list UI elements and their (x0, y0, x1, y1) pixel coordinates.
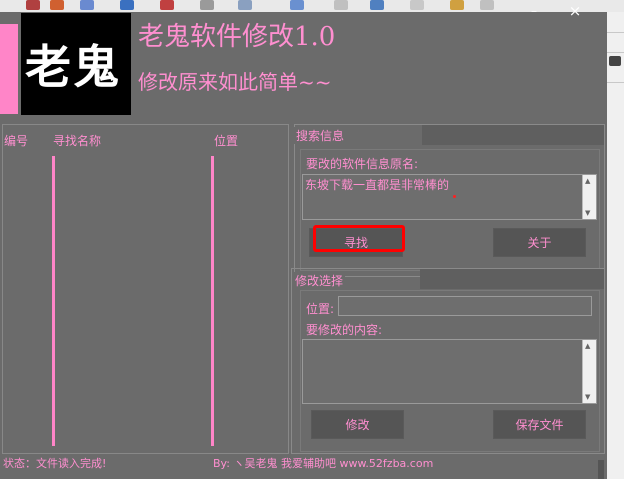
text-caret (453, 195, 456, 198)
column-header-id[interactable]: 编号 (4, 132, 28, 149)
column-header-position[interactable]: 位置 (214, 132, 238, 149)
resize-grip[interactable] (598, 460, 604, 479)
status-text: 状态：文件读入完成! (3, 457, 107, 470)
app-icon[interactable] (160, 0, 174, 10)
position-label: 位置: (306, 302, 335, 316)
minimize-button[interactable]: – (524, 4, 544, 20)
app-icon[interactable] (238, 0, 252, 10)
app-icon[interactable] (200, 0, 214, 10)
textarea-scrollbar[interactable]: ▲ ▼ (582, 340, 596, 403)
app-icon[interactable] (450, 0, 464, 10)
original-name-value: 东坡下载一直都是非常棒的 (305, 178, 450, 192)
pink-accent-bar (0, 24, 18, 114)
modify-choice-title: 修改选择 (293, 272, 346, 289)
content-textarea[interactable]: ▲ ▼ (302, 339, 597, 404)
save-file-button[interactable]: 保存文件 (493, 410, 586, 439)
close-button[interactable]: × (565, 2, 585, 20)
about-button[interactable]: 关于 (493, 228, 586, 257)
content-label: 要修改的内容: (306, 323, 383, 337)
background-window-edge (607, 12, 624, 479)
search-info-title: 搜索信息 (294, 127, 347, 144)
textarea-scrollbar[interactable]: ▲ ▼ (582, 175, 596, 219)
app-title: 老鬼软件修改1.0 (138, 22, 336, 52)
app-subtitle: 修改原来如此简单~~ (138, 70, 332, 94)
app-icon[interactable] (50, 0, 64, 10)
app-icon[interactable] (26, 0, 40, 10)
column-divider (52, 156, 55, 446)
printer-icon[interactable] (609, 56, 621, 66)
app-icon[interactable] (480, 0, 494, 10)
column-divider (211, 156, 214, 446)
app-icon[interactable] (120, 0, 134, 10)
original-name-label: 要改的软件信息原名: (306, 157, 419, 171)
logo-text: 老鬼 (25, 40, 121, 94)
app-icon[interactable] (410, 0, 424, 10)
results-list[interactable] (2, 124, 289, 454)
logo: 老鬼 (21, 13, 131, 115)
author-credit: By: ヽ吴老鬼 我爱辅助吧 www.52fzba.com (213, 457, 434, 470)
app-icon[interactable] (334, 0, 348, 10)
modify-button[interactable]: 修改 (311, 410, 404, 439)
position-input[interactable] (338, 296, 592, 316)
red-highlight-box (313, 225, 405, 252)
original-name-textarea[interactable]: 东坡下载一直都是非常棒的 ▲ ▼ (302, 174, 597, 220)
app-icon[interactable] (370, 0, 384, 10)
app-icon[interactable] (80, 0, 94, 10)
column-header-name[interactable]: 寻找名称 (53, 132, 101, 149)
app-icon[interactable] (290, 0, 304, 10)
